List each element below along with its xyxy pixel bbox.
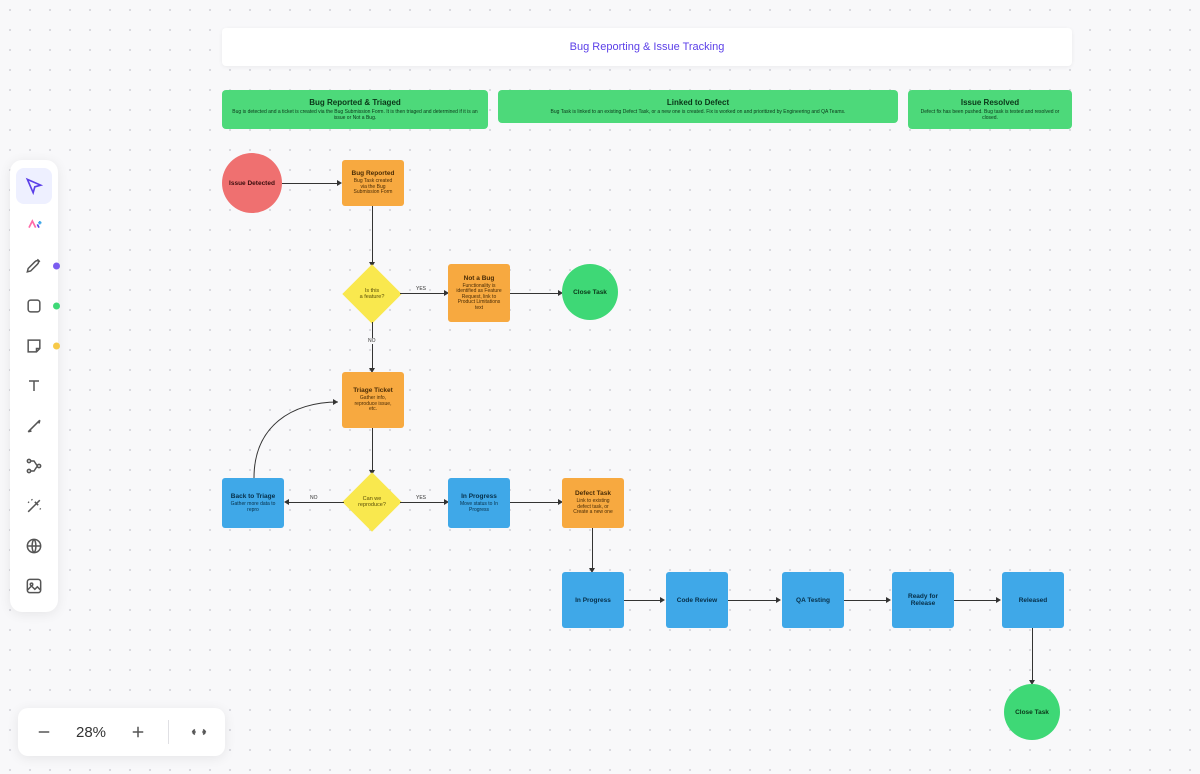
node-label: Released	[1019, 597, 1048, 604]
node-qa-testing[interactable]: QA Testing	[782, 572, 844, 628]
header-subtitle: Bug Task is linked to an existing Defect…	[508, 109, 888, 115]
node-defect-task[interactable]: Defect Task Link to existing defect task…	[562, 478, 624, 528]
arrow-head-icon	[284, 499, 289, 505]
arrow-head-icon	[996, 597, 1001, 603]
header-bug-reported[interactable]: Bug Reported & Triaged Bug is detected a…	[222, 90, 488, 129]
node-subtitle: Gather info, reproduce issue, etc.	[346, 396, 400, 413]
node-triage-ticket[interactable]: Triage Ticket Gather info, reproduce iss…	[342, 372, 404, 428]
node-subtitle: Bug Task created via the Bug Submission …	[346, 179, 400, 196]
mindmap-tool[interactable]	[16, 448, 52, 484]
divider	[168, 720, 169, 744]
header-title: Bug Reported & Triaged	[232, 98, 478, 107]
node-back-to-triage[interactable]: Back to Triage Gather more data to repro	[222, 478, 284, 528]
diagram-title: Bug Reporting & Issue Tracking	[570, 41, 725, 53]
zoom-out-button[interactable]	[26, 714, 62, 750]
connector-tool[interactable]	[16, 408, 52, 444]
header-linked-defect[interactable]: Linked to Defect Bug Task is linked to a…	[498, 90, 898, 123]
note-color-dot	[53, 343, 60, 350]
shape-color-dot	[53, 303, 60, 310]
arrow	[372, 322, 373, 370]
node-in-progress-2[interactable]: In Progress	[562, 572, 624, 628]
node-title: Bug Reported	[352, 170, 395, 177]
pen-color-dot	[53, 263, 60, 270]
arrow	[624, 600, 662, 601]
zoom-controls: 28%	[18, 708, 225, 756]
arrow-label-no: NO	[366, 338, 378, 344]
shape-tool[interactable]	[16, 288, 52, 324]
arrow	[287, 502, 344, 503]
node-not-a-bug[interactable]: Not a Bug Functionality is identified as…	[448, 264, 510, 322]
arrow-head-icon	[776, 597, 781, 603]
arrow	[282, 183, 337, 184]
node-released[interactable]: Released	[1002, 572, 1064, 628]
node-label: Ready for Release	[896, 593, 950, 607]
arrow-head-icon	[337, 180, 342, 186]
header-title: Issue Resolved	[918, 98, 1062, 107]
arrow	[372, 428, 373, 472]
arrow-head-icon	[660, 597, 665, 603]
zoom-level[interactable]: 28%	[70, 724, 112, 741]
header-subtitle: Defect fix has been pushed. Bug task is …	[918, 109, 1062, 121]
diagram-title-card[interactable]: Bug Reporting & Issue Tracking	[222, 28, 1072, 66]
text-tool[interactable]	[16, 368, 52, 404]
node-code-review[interactable]: Code Review	[666, 572, 728, 628]
node-title: Defect Task	[575, 490, 611, 497]
node-is-feature-decision[interactable]: Is this a feature?	[342, 264, 402, 324]
arrow	[844, 600, 888, 601]
node-title: Back to Triage	[231, 493, 275, 500]
node-label: Close Task	[573, 289, 607, 296]
decision-line2: a feature?	[360, 294, 385, 300]
node-bug-reported[interactable]: Bug Reported Bug Task created via the Bu…	[342, 160, 404, 206]
web-tool[interactable]	[16, 528, 52, 564]
node-label: In Progress	[575, 597, 611, 604]
node-title: Not a Bug	[464, 275, 495, 282]
node-label: QA Testing	[796, 597, 830, 604]
magic-tool[interactable]	[16, 488, 52, 524]
arrow-curved	[252, 396, 344, 480]
node-close-task-2[interactable]: Close Task	[1004, 684, 1060, 740]
arrow	[510, 293, 560, 294]
arrow	[400, 293, 446, 294]
header-title: Linked to Defect	[508, 98, 888, 107]
node-issue-detected[interactable]: Issue Detected	[222, 153, 282, 213]
arrow	[1032, 628, 1033, 682]
node-ready-for-release[interactable]: Ready for Release	[892, 572, 954, 628]
arrow-label-yes: YES	[414, 286, 428, 292]
header-subtitle: Bug is detected and a ticket is created …	[232, 109, 478, 121]
node-in-progress-1[interactable]: In Progress Move status to In Progress	[448, 478, 510, 528]
zoom-in-button[interactable]	[120, 714, 156, 750]
arrow	[372, 206, 373, 264]
node-label: Code Review	[677, 597, 717, 604]
node-subtitle: Gather more data to repro	[226, 502, 280, 513]
node-title: In Progress	[461, 493, 497, 500]
image-tool[interactable]	[16, 568, 52, 604]
decision-line2: reproduce?	[358, 502, 386, 508]
arrow-label-yes: YES	[414, 495, 428, 501]
arrow	[510, 502, 560, 503]
node-close-task-1[interactable]: Close Task	[562, 264, 618, 320]
fit-to-screen-button[interactable]	[181, 714, 217, 750]
arrow	[592, 528, 593, 570]
node-subtitle: Link to existing defect task, or Create …	[566, 499, 620, 516]
arrow-head-icon	[886, 597, 891, 603]
toolbar	[10, 160, 58, 612]
select-tool[interactable]	[16, 168, 52, 204]
header-issue-resolved[interactable]: Issue Resolved Defect fix has been pushe…	[908, 90, 1072, 129]
node-label: Close Task	[1015, 709, 1049, 716]
node-subtitle: Move status to In Progress	[452, 502, 506, 513]
arrow-label-no: NO	[308, 495, 320, 501]
arrow	[728, 600, 778, 601]
node-title: Triage Ticket	[353, 387, 393, 394]
arrow	[954, 600, 998, 601]
ai-tool[interactable]	[16, 208, 52, 244]
node-subtitle: Functionality is identified as Feature R…	[452, 284, 506, 312]
pen-tool[interactable]	[16, 248, 52, 284]
node-label: Issue Detected	[229, 180, 275, 187]
sticky-note-tool[interactable]	[16, 328, 52, 364]
node-can-reproduce-decision[interactable]: Can we reproduce?	[342, 472, 402, 532]
arrow	[400, 502, 446, 503]
